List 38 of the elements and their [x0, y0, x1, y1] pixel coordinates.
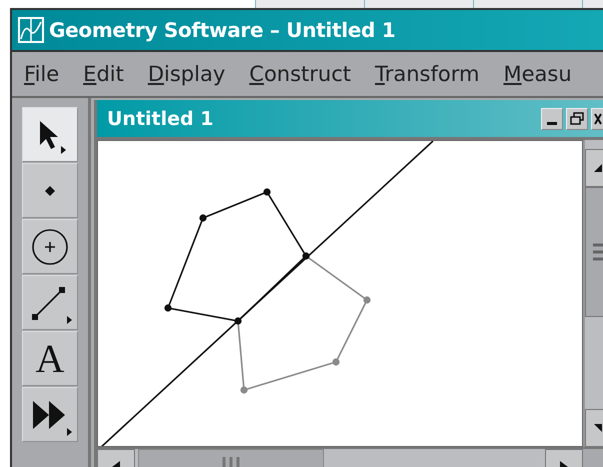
- menu-item[interactable]: Construct: [249, 62, 351, 86]
- graph-icon: [18, 17, 44, 43]
- circle-icon: [31, 228, 69, 266]
- tool-button[interactable]: A: [22, 331, 78, 386]
- right-arrow-icon: [560, 461, 568, 467]
- left-arrow-icon: [112, 461, 120, 467]
- tool-button[interactable]: [22, 219, 78, 274]
- scroll-left-button[interactable]: [97, 449, 135, 467]
- menu-item[interactable]: Measu: [503, 62, 572, 86]
- scroll-thumb[interactable]: [138, 449, 324, 467]
- scroll-down-button[interactable]: [585, 409, 603, 447]
- tool-button[interactable]: [22, 387, 78, 442]
- minimize-icon: [547, 122, 557, 124]
- grip-icon: [221, 457, 241, 467]
- minimize-button[interactable]: [541, 108, 563, 130]
- scrollbar-corner: [583, 449, 603, 467]
- down-arrow-icon: [594, 424, 602, 432]
- window-title: Untitled 1: [107, 108, 214, 130]
- window-title: Geometry Software – Untitled 1: [49, 18, 396, 42]
- scroll-up-button[interactable]: [585, 149, 603, 187]
- menu-item[interactable]: File: [24, 62, 60, 86]
- up-arrow-icon: [594, 164, 602, 172]
- drawing-canvas[interactable]: [97, 140, 583, 447]
- tool-button[interactable]: [22, 107, 78, 162]
- horizontal-scrollbar[interactable]: [97, 447, 603, 467]
- restore-button[interactable]: [566, 108, 588, 130]
- point-icon: [44, 184, 56, 196]
- menu-item[interactable]: Edit: [83, 62, 124, 86]
- scroll-right-button[interactable]: [545, 449, 583, 467]
- vertical-scrollbar[interactable]: [583, 140, 603, 447]
- grip-icon: [593, 243, 603, 261]
- menu-item[interactable]: Display: [148, 62, 226, 86]
- close-button[interactable]: [591, 108, 603, 130]
- close-icon: [594, 112, 602, 124]
- tool-button[interactable]: [22, 275, 78, 330]
- restore-icon: [570, 112, 584, 125]
- scroll-thumb[interactable]: [585, 187, 603, 317]
- menu-item[interactable]: Transform: [375, 62, 480, 86]
